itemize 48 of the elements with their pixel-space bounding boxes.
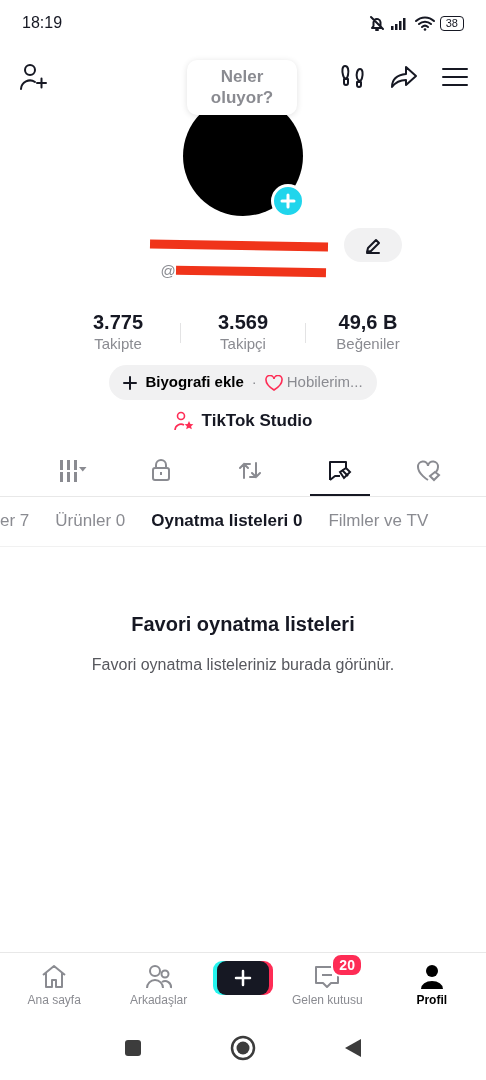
sub-tab[interactable]: Ürünler 0 (55, 508, 126, 534)
bell-off-icon (367, 14, 386, 32)
add-friend-icon[interactable] (18, 62, 48, 92)
sub-tab[interactable]: Filmler ve TV (328, 508, 429, 534)
stat-value: 3.569 (217, 310, 269, 333)
sub-tab[interactable]: Oynatma listeleri 0 (151, 508, 303, 534)
plus-icon (123, 375, 138, 390)
plus-icon (280, 193, 296, 209)
stat-label: Beğeniler (336, 333, 400, 354)
back-icon[interactable] (344, 1038, 362, 1058)
empty-message: Favori oynatma listeleriniz burada görünür. (91, 654, 395, 675)
nav-tab[interactable]: Profil (385, 953, 478, 1009)
battery-text: 38 (439, 15, 464, 31)
heart-icon (264, 374, 283, 391)
unread-badge: 20 (331, 953, 363, 977)
share-icon[interactable] (390, 64, 418, 90)
separator-text: · (251, 372, 257, 393)
recents-icon[interactable] (124, 1039, 142, 1057)
nav-tab[interactable]: Ana sayfa (8, 953, 101, 1009)
edit-profile-button[interactable] (344, 228, 402, 262)
wifi-icon (413, 15, 436, 31)
stat-label: Takipte (94, 333, 142, 354)
heart-icon (415, 457, 443, 484)
handle-text: @ (160, 261, 176, 281)
status-tooltip: Neler oluyor? (187, 60, 297, 115)
empty-title: Favori oynatma listeleri (131, 611, 355, 637)
grid-icon (59, 457, 87, 484)
stat-value: 49,6 B (338, 310, 398, 333)
hobbies-button[interactable]: Hobilerim... (264, 371, 363, 394)
footprints-icon[interactable] (340, 63, 366, 91)
add-bio-button[interactable]: Biyografi ekle (123, 371, 244, 394)
pencil-icon (364, 236, 382, 255)
people-icon (144, 963, 173, 991)
menu-icon[interactable] (442, 66, 468, 88)
nav-tab[interactable]: Arkadaşlar (112, 953, 205, 1009)
nav-label: Arkadaşlar (129, 992, 188, 1009)
plus-icon (233, 969, 252, 987)
creator-icon (173, 410, 194, 431)
studio-link[interactable]: TikTok Studio (173, 408, 313, 434)
clock-text: 18:19 (22, 13, 63, 33)
sub-tab[interactable]: er 7 (0, 508, 30, 534)
nav-label: Profil (416, 992, 448, 1009)
stat-value: 3.775 (92, 310, 144, 333)
home-button-icon[interactable] (230, 1035, 256, 1061)
stat-label: Takipçi (220, 333, 266, 354)
nav-tab[interactable]: Gelen kutusu 20 (281, 953, 374, 1009)
nav-label: Ana sayfa (27, 992, 81, 1009)
nav-label: Gelen kutusu (292, 992, 363, 1009)
